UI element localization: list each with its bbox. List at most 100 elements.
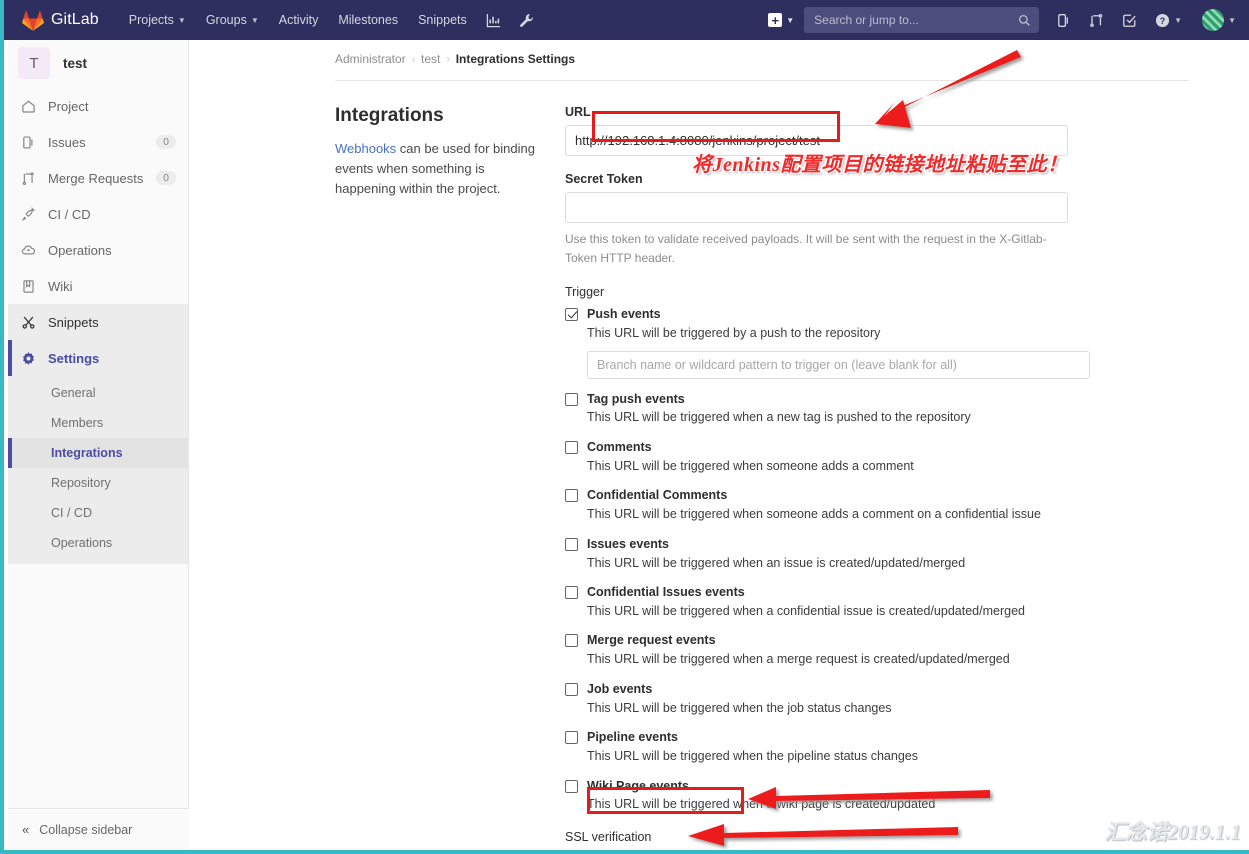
- collapse-sidebar-button[interactable]: « Collapse sidebar: [8, 808, 189, 850]
- gitlab-brand-text[interactable]: GitLab: [51, 11, 99, 29]
- breadcrumb-project[interactable]: test: [421, 52, 440, 66]
- integrations-section: Integrations Webhooks can be used for bi…: [335, 81, 1209, 850]
- checkbox-job-events[interactable]: [565, 682, 578, 696]
- main-content: Administrator › test › Integrations Sett…: [190, 40, 1249, 850]
- trigger-row-wiki-page-events: Wiki Page events This URL will be trigge…: [565, 778, 1209, 814]
- chevron-down-icon: ▼: [250, 15, 259, 25]
- sidebar-item-operations[interactable]: Operations: [8, 232, 188, 268]
- sidebar-item-issues[interactable]: Issues 0: [8, 124, 188, 160]
- checkbox-label: Pipeline events: [587, 730, 679, 745]
- top-navbar: GitLab Projects ▼ Groups ▼ Activity Mile…: [4, 0, 1249, 40]
- breadcrumb-administrator[interactable]: Administrator: [335, 52, 406, 66]
- sidebar-item-project[interactable]: Project: [8, 88, 188, 124]
- sidebar-item-merge-requests[interactable]: Merge Requests 0: [8, 160, 188, 196]
- checkbox-description: This URL will be triggered when a wiki p…: [587, 797, 936, 812]
- checkbox-confidential-comments[interactable]: [565, 489, 578, 503]
- checkbox-label: Merge request events: [587, 633, 716, 648]
- avatar: [1202, 9, 1225, 31]
- breadcrumb-current[interactable]: Integrations Settings: [456, 52, 575, 66]
- nav-item-activity[interactable]: Activity: [269, 0, 329, 40]
- rocket-icon: [20, 206, 37, 222]
- trigger-row-push-events: Push events This URL will be triggered b…: [565, 306, 1209, 379]
- checkbox-confidential-issues-events[interactable]: [565, 586, 578, 600]
- issues-icon: [20, 135, 37, 150]
- trigger-row-pipeline-events: Pipeline events This URL will be trigger…: [565, 729, 1209, 765]
- nav-item-snippets[interactable]: Snippets: [408, 0, 477, 40]
- secret-token-label: Secret Token: [565, 172, 643, 186]
- trigger-row-confidential-issues-events: Confidential Issues events This URL will…: [565, 584, 1209, 620]
- search-box[interactable]: [804, 7, 1040, 33]
- checkbox-pipeline-events[interactable]: [565, 731, 578, 745]
- branch-filter-input[interactable]: [587, 350, 1090, 379]
- gitlab-fox-logo-icon[interactable]: [22, 10, 51, 31]
- webhooks-link[interactable]: Webhooks: [335, 141, 396, 156]
- trigger-row-comments: Comments This URL will be triggered when…: [565, 439, 1209, 475]
- sidebar-item-wiki[interactable]: Wiki: [8, 268, 188, 304]
- sidebar-project-header[interactable]: T test: [8, 40, 188, 86]
- sidebar-item-ci-cd[interactable]: CI / CD: [8, 196, 188, 232]
- checkbox-description: This URL will be triggered when a confid…: [587, 603, 1025, 618]
- sidebar-subitem-integrations[interactable]: Integrations: [8, 438, 188, 468]
- checkbox-label: Tag push events: [587, 391, 685, 406]
- trigger-row-merge-request-events: Merge request events This URL will be tr…: [565, 632, 1209, 668]
- merge-requests-count-badge: 0: [156, 171, 176, 185]
- nav-item-groups[interactable]: Groups ▼: [196, 0, 269, 40]
- sidebar-label: Operations: [48, 242, 112, 258]
- project-name: test: [63, 55, 88, 71]
- search-icon: [1019, 14, 1030, 26]
- checkbox-issues-events[interactable]: [565, 537, 578, 551]
- svg-text:?: ?: [1160, 15, 1165, 25]
- nav-item-milestones[interactable]: Milestones: [328, 0, 408, 40]
- checkbox-description: This URL will be triggered when someone …: [587, 507, 1041, 522]
- wrench-icon[interactable]: [510, 0, 543, 40]
- navbar-right-group: + ▼ Search or jump to... ? ▼ ▼: [764, 0, 1245, 40]
- todos-checkmark-icon[interactable]: [1113, 0, 1146, 40]
- sidebar-subitem-members[interactable]: Members: [8, 408, 188, 438]
- checkbox-comments[interactable]: [565, 440, 578, 454]
- analytics-chart-icon[interactable]: [477, 0, 510, 40]
- checkbox-wiki-page-events[interactable]: [565, 779, 578, 793]
- checkbox-description: This URL will be triggered when the pipe…: [587, 749, 918, 764]
- checkbox-merge-request-events[interactable]: [565, 634, 578, 648]
- secret-token-input[interactable]: [565, 192, 1068, 223]
- sidebar-subitem-ci-cd[interactable]: CI / CD: [8, 498, 188, 528]
- checkbox-label: Confidential Comments: [587, 488, 728, 503]
- chevron-down-icon: ▼: [786, 15, 795, 25]
- new-dropdown-button[interactable]: + ▼: [764, 13, 800, 27]
- checkbox-description: This URL will be triggered when someone …: [587, 458, 914, 473]
- double-chevron-left-icon: «: [22, 822, 30, 837]
- chevron-down-icon: ▼: [1228, 15, 1236, 25]
- url-label: URL: [565, 105, 591, 119]
- sidebar-subitem-repository[interactable]: Repository: [8, 468, 188, 498]
- trigger-row-issues-events: Issues events This URL will be triggered…: [565, 536, 1209, 572]
- sidebar-item-settings[interactable]: Settings: [8, 340, 188, 376]
- page-title: Integrations: [335, 105, 444, 126]
- merge-requests-icon[interactable]: [1080, 0, 1113, 40]
- nav-item-projects[interactable]: Projects ▼: [119, 0, 196, 40]
- sidebar-item-snippets[interactable]: Snippets: [8, 304, 188, 340]
- search-input[interactable]: [812, 12, 1019, 28]
- checkbox-tag-push-events[interactable]: [565, 392, 578, 406]
- breadcrumb-separator-icon: ›: [411, 53, 416, 65]
- sidebar-label: Merge Requests: [48, 170, 144, 186]
- sidebar-subitem-operations[interactable]: Operations: [8, 528, 188, 558]
- checkbox-push-events[interactable]: [565, 308, 578, 322]
- chevron-down-icon: ▼: [1174, 15, 1183, 25]
- user-menu-button[interactable]: ▼: [1191, 0, 1245, 40]
- cloud-icon: [20, 243, 37, 258]
- trigger-checkbox-list: Push events This URL will be triggered b…: [565, 306, 1209, 814]
- sidebar-label: Issues: [48, 134, 86, 150]
- help-dropdown-button[interactable]: ? ▼: [1146, 0, 1191, 40]
- issues-icon[interactable]: [1047, 0, 1080, 40]
- gear-icon: [20, 351, 37, 366]
- sidebar-subitem-general[interactable]: General: [8, 378, 188, 408]
- project-avatar: T: [18, 47, 50, 79]
- sidebar-label: Settings: [48, 350, 100, 366]
- navbar-left-group: GitLab Projects ▼ Groups ▼ Activity Mile…: [4, 0, 543, 40]
- url-input[interactable]: [565, 125, 1068, 156]
- plus-icon: +: [768, 13, 783, 27]
- checkbox-description: This URL will be triggered when a new ta…: [587, 410, 971, 425]
- sidebar-label: Wiki: [48, 278, 73, 294]
- webhook-form: URL Secret Token Use this token to valid…: [565, 105, 1209, 850]
- chevron-down-icon: ▼: [177, 15, 186, 25]
